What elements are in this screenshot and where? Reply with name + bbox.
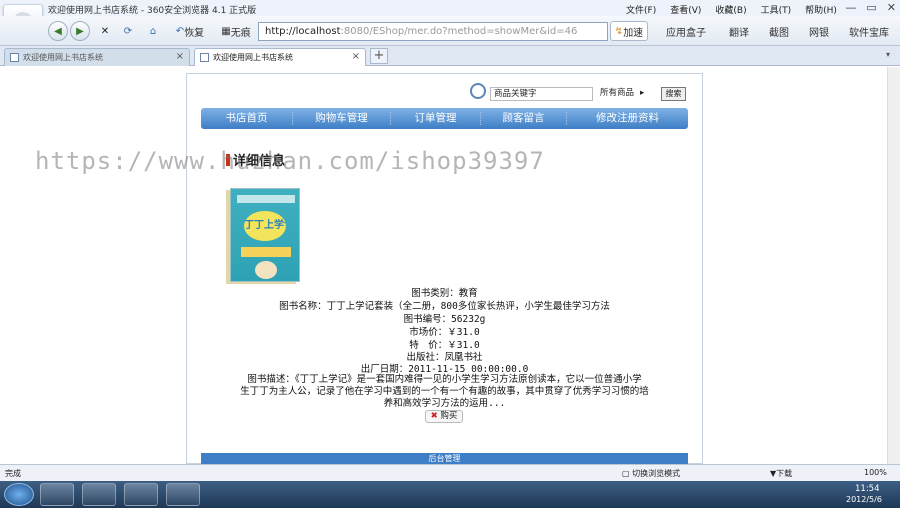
clock-time[interactable]: 11:54: [855, 484, 880, 494]
mode-icon: ▢: [622, 469, 630, 478]
search-button[interactable]: 搜索: [661, 87, 686, 101]
site-nav: 书店首页 购物车管理 订单管理 顾客留言 修改注册资料: [201, 108, 688, 129]
close-tab-icon[interactable]: ×: [352, 51, 360, 62]
book-market-price: 市场价：￥31.0: [409, 327, 480, 338]
app-taskbar-icon[interactable]: [82, 483, 116, 506]
book-cover-image[interactable]: 丁丁上学记: [230, 188, 300, 282]
tool-software-store[interactable]: 软件宝库: [842, 21, 896, 41]
nav-profile[interactable]: 修改注册资料: [567, 112, 688, 125]
forward-button[interactable]: ▶: [70, 21, 90, 41]
tab-list-icon[interactable]: ▾: [886, 50, 890, 59]
search-input[interactable]: 商品关键字: [490, 87, 593, 101]
book-desc-line3: 养和高效学习方法的运用...: [383, 398, 506, 409]
taskbar: 11:54 2012/5/6: [0, 481, 900, 508]
start-button[interactable]: [4, 483, 34, 506]
status-bar: 完成 ▢ 切换浏览模式 ▼下载 100%: [0, 464, 900, 481]
restore-icon: ↶: [175, 25, 185, 37]
page-icon: [200, 53, 209, 62]
stop-icon[interactable]: ✕: [98, 21, 112, 41]
tool-translate[interactable]: 翻译: [722, 21, 756, 41]
menu-favorites[interactable]: 收藏(B): [715, 3, 746, 16]
ie-taskbar-icon[interactable]: [40, 483, 74, 506]
address-bar[interactable]: http://localhost:8080/EShop/mer.do?metho…: [258, 22, 608, 41]
zoom-level[interactable]: 100%: [864, 468, 887, 477]
chevron-down-icon: ▸: [640, 88, 645, 98]
cover-title: 丁丁上学记: [244, 211, 286, 241]
window-controls: — ▭ ✕: [845, 1, 896, 14]
nav-orders[interactable]: 订单管理: [391, 112, 481, 125]
cart-icon: ✖: [430, 411, 438, 421]
minimize-button[interactable]: —: [845, 1, 856, 14]
page-icon: [10, 53, 19, 62]
new-tab-button[interactable]: +: [370, 48, 388, 64]
close-window-button[interactable]: ✕: [887, 1, 896, 14]
menu-help[interactable]: 帮助(H): [805, 3, 837, 16]
menu-file[interactable]: 文件(F): [626, 3, 656, 16]
page-scrollbar[interactable]: [887, 67, 900, 464]
back-button[interactable]: ◀: [48, 21, 68, 41]
book-code: 图书编号：56232g: [403, 314, 486, 325]
title-bar: 欢迎使用网上书店系统 - 360安全浏览器 4.1 正式版 文件(F) 查看(V…: [0, 0, 900, 16]
window-title: 欢迎使用网上书店系统 - 360安全浏览器 4.1 正式版: [48, 6, 257, 16]
tab-2-active[interactable]: 欢迎使用网上书店系统 ×: [194, 48, 366, 66]
refresh-icon[interactable]: ⟳: [120, 21, 136, 41]
menu-tools[interactable]: 工具(T): [761, 3, 792, 16]
nav-messages[interactable]: 顾客留言: [481, 112, 567, 125]
incognito-button[interactable]: ▦ 无痕: [215, 21, 257, 41]
restore-button[interactable]: ↶ 恢复: [168, 21, 212, 41]
watermark-text: https://www.huzhan.com/ishop39397: [35, 147, 545, 175]
book-name: 图书名称：丁丁上学记套装（全二册，800多位家长热评，小学生最佳学习方法: [279, 301, 610, 312]
browse-mode-switch[interactable]: ▢ 切换浏览模式: [622, 468, 680, 479]
menu-bar: 文件(F) 查看(V) 收藏(B) 工具(T) 帮助(H): [626, 3, 837, 16]
nav-home[interactable]: 书店首页: [201, 112, 293, 125]
cover-stripe: [241, 247, 291, 257]
search-icon: [470, 83, 486, 99]
browser-taskbar-icon[interactable]: [124, 483, 158, 506]
cover-banner: [237, 195, 295, 203]
buy-button[interactable]: ✖ 购买: [425, 410, 463, 423]
tool-screenshot[interactable]: 截图: [762, 21, 796, 41]
accelerate-icon: ↯: [614, 25, 624, 37]
tool-app-box[interactable]: 应用盒子: [662, 21, 710, 41]
tab-1[interactable]: 欢迎使用网上书店系统 ×: [4, 48, 190, 66]
close-tab-icon[interactable]: ×: [176, 51, 184, 62]
nav-cart[interactable]: 购物车管理: [293, 112, 391, 125]
clock-date[interactable]: 2012/5/6: [846, 495, 882, 504]
incognito-icon: ▦: [221, 25, 231, 37]
home-icon[interactable]: ⌂: [145, 21, 161, 41]
navigation-bar: ◀ ▶ ✕ ⟳ ⌂ ↶ 恢复 ▦ 无痕 http://localhost:8080/…: [0, 16, 900, 46]
cover-character: [255, 261, 277, 279]
accelerate-button[interactable]: ↯ 加速: [610, 21, 648, 41]
url-host: http://localhost: [265, 26, 341, 37]
download-button[interactable]: ▼下载: [770, 468, 792, 479]
maximize-button[interactable]: ▭: [866, 1, 876, 14]
menu-view[interactable]: 查看(V): [670, 3, 701, 16]
category-select[interactable]: 所有商品 ▸: [600, 87, 655, 101]
status-text: 完成: [5, 469, 21, 478]
footer-admin-link[interactable]: 后台管理: [201, 453, 688, 464]
tool-ebank[interactable]: 网银: [802, 21, 836, 41]
url-path: :8080/EShop/mer.do?method=showMer&id=46: [340, 26, 578, 37]
book-category: 图书类别：教育: [411, 288, 478, 299]
eclipse-taskbar-icon[interactable]: [166, 483, 200, 506]
tab-bar: 欢迎使用网上书店系统 × 欢迎使用网上书店系统 × + ▾: [0, 46, 900, 66]
